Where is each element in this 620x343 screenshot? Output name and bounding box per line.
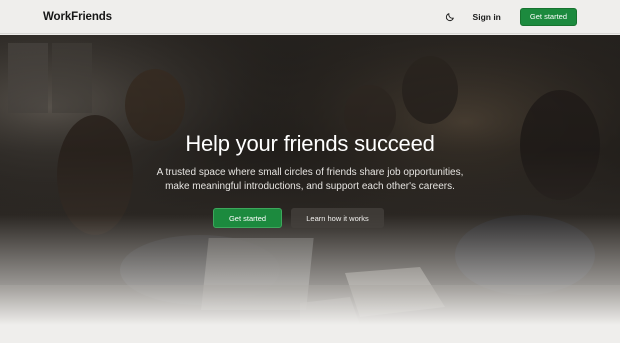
learn-how-it-works-button[interactable]: Learn how it works [291,208,384,228]
navbar: WorkFriends Sign in Get started [0,0,620,34]
nav-actions: Sign in Get started [442,7,577,26]
hero-title: Help your friends succeed [185,131,435,156]
hero-subtitle: A trusted space where small circles of f… [156,167,464,192]
page-bottom-strip [0,325,620,343]
hero-section: Help your friends succeed A trusted spac… [0,35,620,325]
hero-cta-group: Get started Learn how it works [0,208,620,228]
moon-icon[interactable] [442,9,458,25]
logo[interactable]: WorkFriends [43,11,112,23]
get-started-button[interactable]: Get started [213,208,282,228]
sign-in-link[interactable]: Sign in [473,12,501,22]
nav-get-started-button[interactable]: Get started [519,7,577,26]
